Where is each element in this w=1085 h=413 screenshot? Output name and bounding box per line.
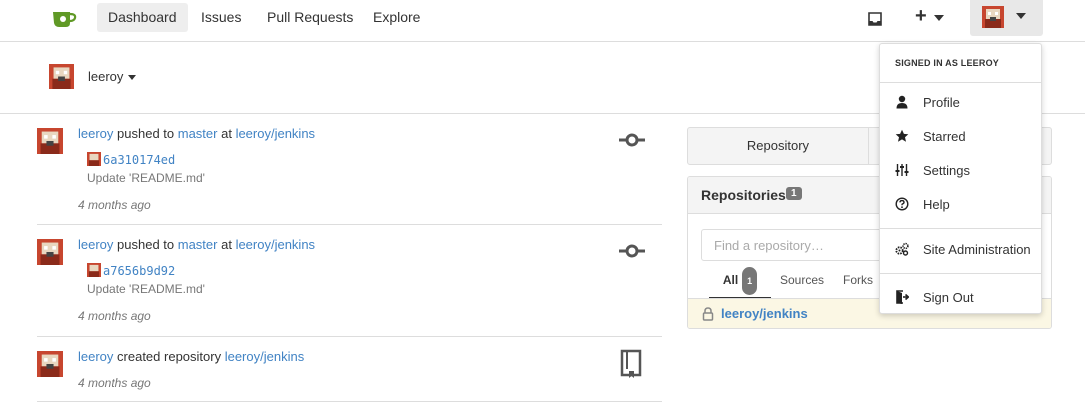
feed-timestamp: 4 months ago [78,309,151,323]
nav-dashboard[interactable]: Dashboard [97,3,188,32]
inbox-icon[interactable] [867,9,883,29]
context-user-name[interactable]: leeroy [88,69,123,84]
menu-divider [880,82,1041,83]
tab-label: All [722,273,739,287]
menu-item-site-administration[interactable]: Site Administration [880,235,1041,265]
menu-item-label: Profile [923,95,960,110]
avatar[interactable] [37,351,63,377]
menu-item-starred[interactable]: Starred [880,122,1041,152]
repository-link[interactable]: leeroy/jenkins [721,306,808,321]
menu-divider [880,273,1041,274]
avatar [87,263,101,277]
tab-all[interactable]: All 1 [709,267,771,299]
menu-item-label: Help [923,197,950,212]
avatar [87,152,101,166]
tab-count-badge: 1 [742,267,758,295]
menu-item-label: Sign Out [923,290,974,305]
avatar[interactable] [37,239,63,265]
sign-out-icon [896,290,909,304]
menu-item-label: Site Administration [923,242,1031,257]
commit-icon [619,133,645,147]
user-dropdown-menu: SIGNED IN AS LEEROY Profile Starred Sett… [879,43,1042,314]
menu-item-sign-out[interactable]: Sign Out [880,283,1041,313]
user-link[interactable]: leeroy [78,126,113,141]
caret-down-icon[interactable] [128,75,136,80]
nav-explore[interactable]: Explore [362,3,431,32]
feed-verb: pushed to [113,126,178,141]
caret-down-icon [1016,13,1026,19]
nav-issues[interactable]: Issues [190,3,252,32]
gitea-logo-icon[interactable] [50,8,78,30]
commit-sha-link[interactable]: 6a310174ed [103,153,175,167]
tab-repository[interactable]: Repository [688,128,869,164]
menu-item-label: Settings [923,163,970,178]
menu-item-label: Starred [923,129,966,144]
feed-verb: pushed to [113,237,178,252]
repo-link[interactable]: leeroy/jenkins [236,126,316,141]
menu-item-help[interactable]: Help [880,190,1041,220]
nav-pull-requests[interactable]: Pull Requests [256,3,364,32]
feed-prep: at [217,237,236,252]
repo-link[interactable]: leeroy/jenkins [236,237,316,252]
avatar[interactable] [37,128,63,154]
repository-search-input[interactable] [701,229,901,261]
caret-down-icon [934,15,944,21]
star-icon [895,129,909,142]
menu-item-profile[interactable]: Profile [880,88,1041,118]
user-menu-button[interactable] [970,0,1043,36]
person-icon [896,95,908,109]
commit-sha-link[interactable]: a7656b9d92 [103,264,175,278]
server-gears-icon [895,242,909,256]
book-icon [620,349,642,378]
feed-title: leeroy pushed to master at leeroy/jenkin… [78,126,315,141]
menu-divider [880,228,1041,229]
branch-link[interactable]: master [178,237,218,252]
plus-icon: + [915,5,927,27]
repo-link[interactable]: leeroy/jenkins [225,349,305,364]
feed-item: leeroy pushed to master at leeroy/jenkin… [37,114,662,225]
tab-forks[interactable]: Forks [838,267,878,299]
repositories-title: Repositories [701,187,786,203]
commit-message: Update 'README.md' [87,282,205,296]
create-menu-button[interactable]: + [915,5,949,28]
feed-timestamp: 4 months ago [78,376,151,390]
feed-timestamp: 4 months ago [78,198,151,212]
feed-title: leeroy pushed to master at leeroy/jenkin… [78,237,315,252]
menu-item-settings[interactable]: Settings [880,156,1041,186]
commit-entry: 6a310174ed [87,152,175,167]
feed-verb: created repository [113,349,225,364]
commit-icon [619,244,645,258]
activity-feed: leeroy pushed to master at leeroy/jenkin… [37,114,662,402]
feed-item: leeroy created repository leeroy/jenkins… [37,337,662,402]
feed-title: leeroy created repository leeroy/jenkins [78,349,304,364]
settings-sliders-icon [895,164,909,176]
tab-sources[interactable]: Sources [776,267,828,299]
avatar [982,6,1004,28]
signed-in-header: SIGNED IN AS LEEROY [895,58,999,68]
user-link[interactable]: leeroy [78,237,113,252]
top-navbar: Dashboard Issues Pull Requests Explore + [0,0,1085,42]
avatar[interactable] [49,64,74,89]
feed-item: leeroy pushed to master at leeroy/jenkin… [37,225,662,337]
repositories-count-badge: 1 [786,187,802,200]
branch-link[interactable]: master [178,126,218,141]
lock-icon [702,307,714,321]
commit-entry: a7656b9d92 [87,263,175,278]
help-icon [895,197,909,211]
feed-prep: at [217,126,236,141]
user-link[interactable]: leeroy [78,349,113,364]
commit-message: Update 'README.md' [87,171,205,185]
